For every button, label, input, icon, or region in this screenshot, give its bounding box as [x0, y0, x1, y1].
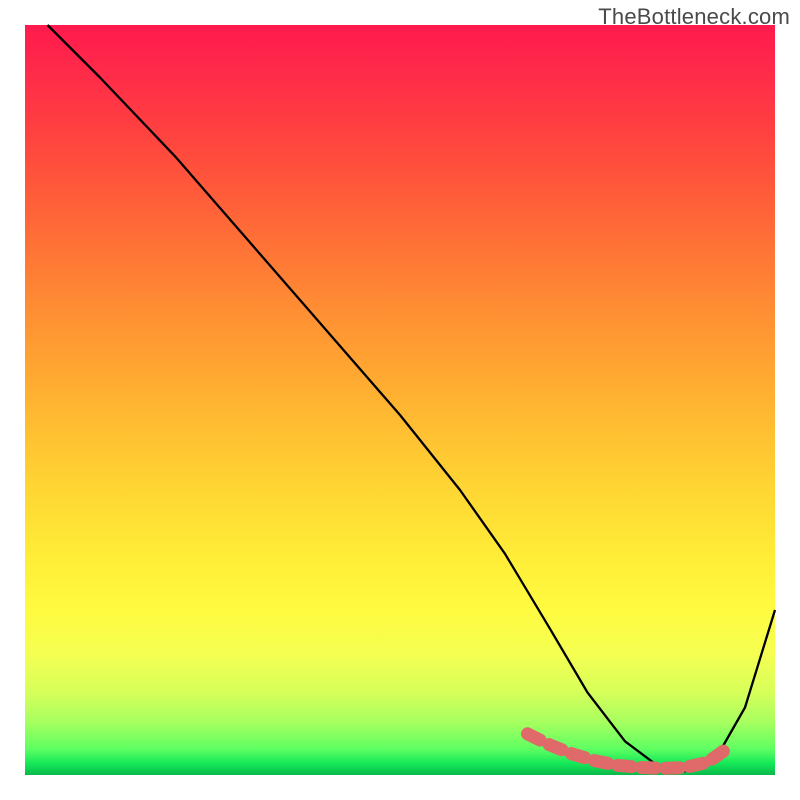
gradient-background: [25, 25, 775, 775]
watermark-text: TheBottleneck.com: [598, 4, 790, 30]
chart-canvas: TheBottleneck.com: [0, 0, 800, 800]
